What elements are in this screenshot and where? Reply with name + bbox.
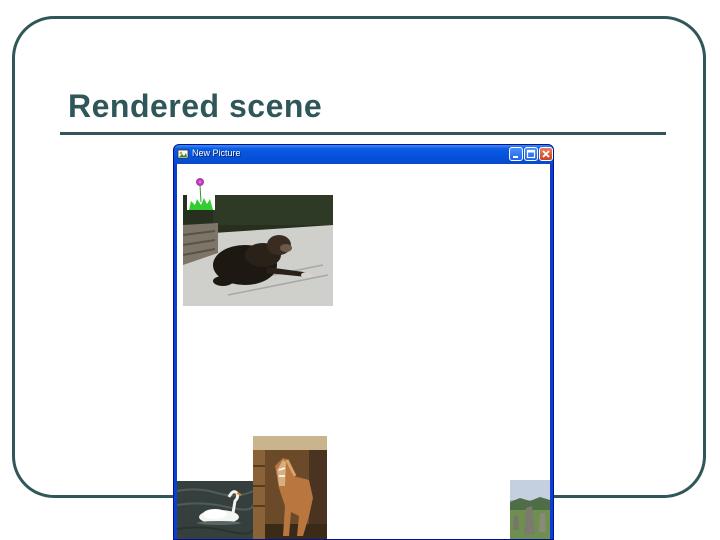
close-button[interactable] — [539, 147, 553, 161]
slide-title: Rendered scene — [68, 88, 323, 124]
flower-picture — [187, 177, 215, 210]
standing-stones-picture — [510, 480, 550, 539]
horse-picture — [253, 436, 327, 539]
dog-picture — [183, 195, 333, 306]
minimize-button[interactable] — [509, 147, 523, 161]
picture-window[interactable]: New Picture — [173, 144, 554, 540]
swan-picture — [177, 481, 253, 539]
picture-canvas[interactable] — [177, 164, 550, 539]
window-titlebar[interactable]: New Picture — [174, 145, 553, 164]
title-divider — [60, 132, 666, 135]
minimize-icon — [513, 156, 518, 158]
app-icon — [177, 149, 189, 159]
maximize-icon — [526, 149, 536, 159]
maximize-button[interactable] — [524, 147, 538, 161]
close-icon — [542, 150, 550, 158]
window-title: New Picture — [192, 148, 241, 158]
